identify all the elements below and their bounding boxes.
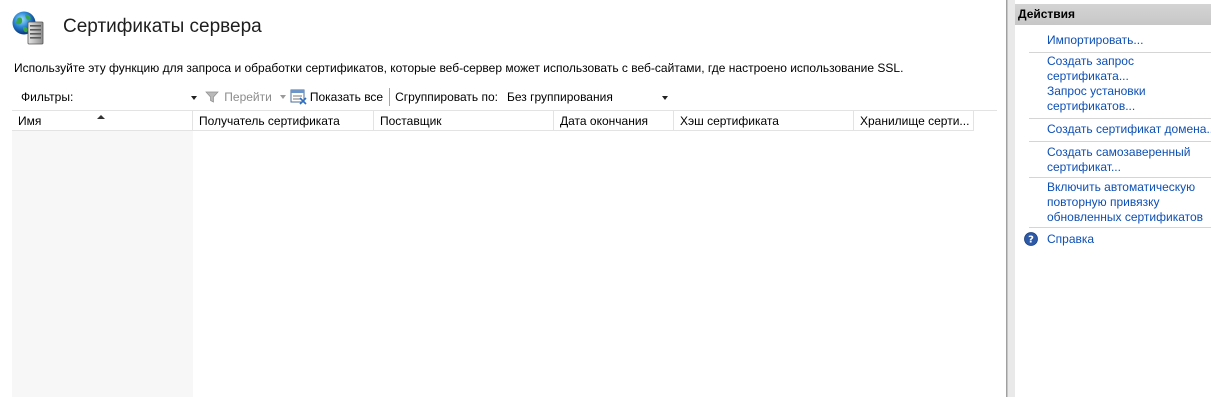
column-header-name[interactable]: Имя (12, 111, 193, 131)
main-pane: Сертификаты сервера Используйте эту функ… (0, 0, 1007, 397)
create-certificate-request-link[interactable]: Создать запрос сертификата... (1047, 54, 1134, 84)
enable-auto-rebind-link[interactable]: Включить автоматическую повторную привяз… (1047, 180, 1203, 225)
page-title: Сертификаты сервера (63, 16, 262, 37)
help-link[interactable]: Справка (1047, 232, 1094, 247)
create-domain-certificate-link[interactable]: Создать сертификат домена... (1047, 122, 1211, 137)
filters-label: Фильтры: (21, 89, 74, 104)
grid-header: Имя Получатель сертификата Поставщик Дат… (12, 111, 997, 131)
chevron-down-icon[interactable] (191, 95, 198, 100)
help-icon: ? (1024, 232, 1038, 246)
create-self-signed-certificate-link[interactable]: Создать самозаверенный сертификат... (1047, 145, 1190, 175)
group-by-value: Без группирования (506, 89, 613, 104)
name-column-background (12, 131, 193, 397)
column-header-subject[interactable]: Получатель сертификата (193, 111, 374, 131)
actions-separator (1029, 141, 1211, 142)
actions-header: Действия (1015, 4, 1211, 25)
iis-window: Сертификаты сервера Используйте эту функ… (0, 0, 1211, 397)
show-all-button[interactable]: Показать все (290, 89, 383, 105)
complete-certificate-request-link[interactable]: Запрос установки сертификатов... (1047, 84, 1146, 114)
go-button[interactable]: Перейти (199, 90, 272, 104)
filter-toolbar: Фильтры: Перейти Показать все Сгруппиров… (12, 83, 997, 110)
filter-combobox[interactable] (77, 87, 199, 107)
group-by-label: Сгруппировать по: (395, 89, 498, 104)
server-certificates-icon (12, 11, 44, 45)
svg-text:?: ? (1028, 235, 1034, 246)
actions-pane: Действия Импортировать... Создать запрос… (1007, 0, 1211, 397)
show-all-icon (290, 89, 307, 105)
column-header-hash[interactable]: Хэш сертификата (674, 111, 854, 131)
actions-separator (1029, 177, 1211, 178)
grid-body[interactable] (12, 131, 997, 397)
toolbar-separator (389, 87, 391, 106)
certificates-grid: Имя Получатель сертификата Поставщик Дат… (12, 110, 997, 397)
actions-separator (1029, 118, 1211, 119)
import-link[interactable]: Импортировать... (1047, 33, 1143, 48)
chevron-down-icon[interactable] (661, 95, 668, 100)
sort-ascending-icon (97, 115, 105, 119)
go-dropdown-arrow-icon[interactable] (279, 94, 286, 99)
go-button-label: Перейти (224, 89, 272, 104)
group-by-select[interactable]: Без группирования (504, 87, 672, 107)
actions-separator (1029, 52, 1211, 53)
column-header-issuer[interactable]: Поставщик (374, 111, 554, 131)
show-all-label: Показать все (309, 89, 384, 104)
column-header-store[interactable]: Хранилище серти... (854, 111, 974, 131)
funnel-icon (205, 91, 220, 103)
actions-separator (1029, 227, 1211, 228)
column-header-expiration[interactable]: Дата окончания (554, 111, 674, 131)
page-description: Используйте эту функцию для запроса и об… (14, 61, 904, 75)
